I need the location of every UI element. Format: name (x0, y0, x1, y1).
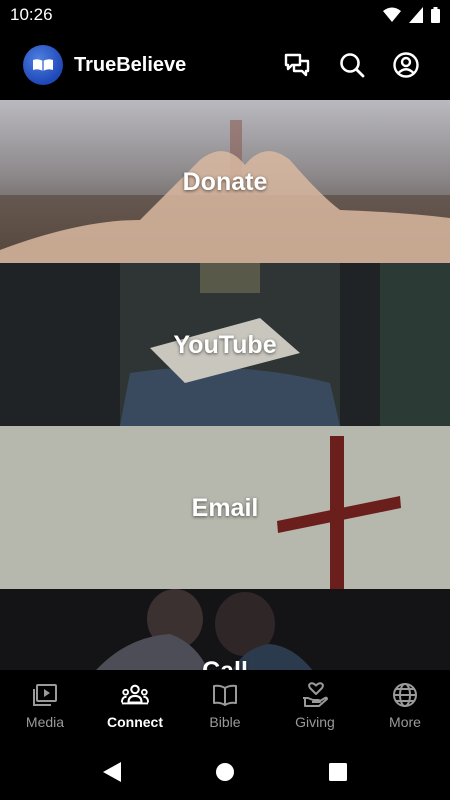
app-title: TrueBelieve (74, 54, 187, 76)
nav-item-media[interactable]: Media (0, 670, 90, 744)
wifi-icon (383, 7, 401, 22)
nav-item-more[interactable]: More (360, 670, 450, 744)
nav-item-giving[interactable]: Giving (270, 670, 360, 744)
back-icon[interactable] (100, 759, 126, 785)
tile-call[interactable]: Call (0, 589, 450, 670)
tile-label-email: Email (191, 494, 259, 522)
nav-label-connect: Connect (107, 714, 163, 730)
cell-signal-icon (409, 7, 423, 23)
recents-icon[interactable] (325, 759, 351, 785)
book-icon (213, 684, 237, 706)
tile-label-youtube: YouTube (173, 331, 277, 359)
nav-item-connect[interactable]: Connect (90, 670, 180, 744)
connect-tiles: Donate YouTube Email Call (0, 100, 450, 670)
tile-donate[interactable]: Donate (0, 100, 450, 263)
nav-label-media: Media (25, 714, 65, 730)
bottom-navigation: Media Connect Bible Giving More (0, 670, 450, 744)
nav-label-bible: Bible (209, 714, 241, 730)
battery-icon (431, 7, 440, 23)
people-icon (121, 684, 149, 705)
hand-heart-icon (303, 682, 328, 707)
tile-label-call: Call (0, 657, 450, 670)
globe-icon (393, 683, 417, 707)
play-icon (33, 684, 57, 706)
tile-email[interactable]: Email (0, 426, 450, 589)
system-navigation-bar (0, 744, 450, 800)
status-bar: 10:26 (0, 0, 450, 30)
tile-label-donate: Donate (182, 168, 268, 196)
chat-button[interactable] (282, 50, 312, 80)
search-icon (340, 53, 365, 78)
tile-youtube[interactable]: YouTube (0, 263, 450, 426)
status-icons (383, 7, 440, 23)
app-logo[interactable] (23, 45, 63, 85)
chat-icon (284, 53, 310, 77)
app-bar: TrueBelieve (0, 30, 450, 100)
account-button[interactable] (391, 50, 421, 80)
home-icon[interactable] (212, 759, 238, 785)
search-button[interactable] (337, 50, 367, 80)
open-book-logo-icon (33, 59, 53, 71)
nav-label-giving: Giving (295, 714, 335, 730)
nav-label-more: More (389, 714, 421, 730)
account-icon (393, 52, 419, 78)
nav-item-bible[interactable]: Bible (180, 670, 270, 744)
status-time: 10:26 (10, 5, 53, 24)
